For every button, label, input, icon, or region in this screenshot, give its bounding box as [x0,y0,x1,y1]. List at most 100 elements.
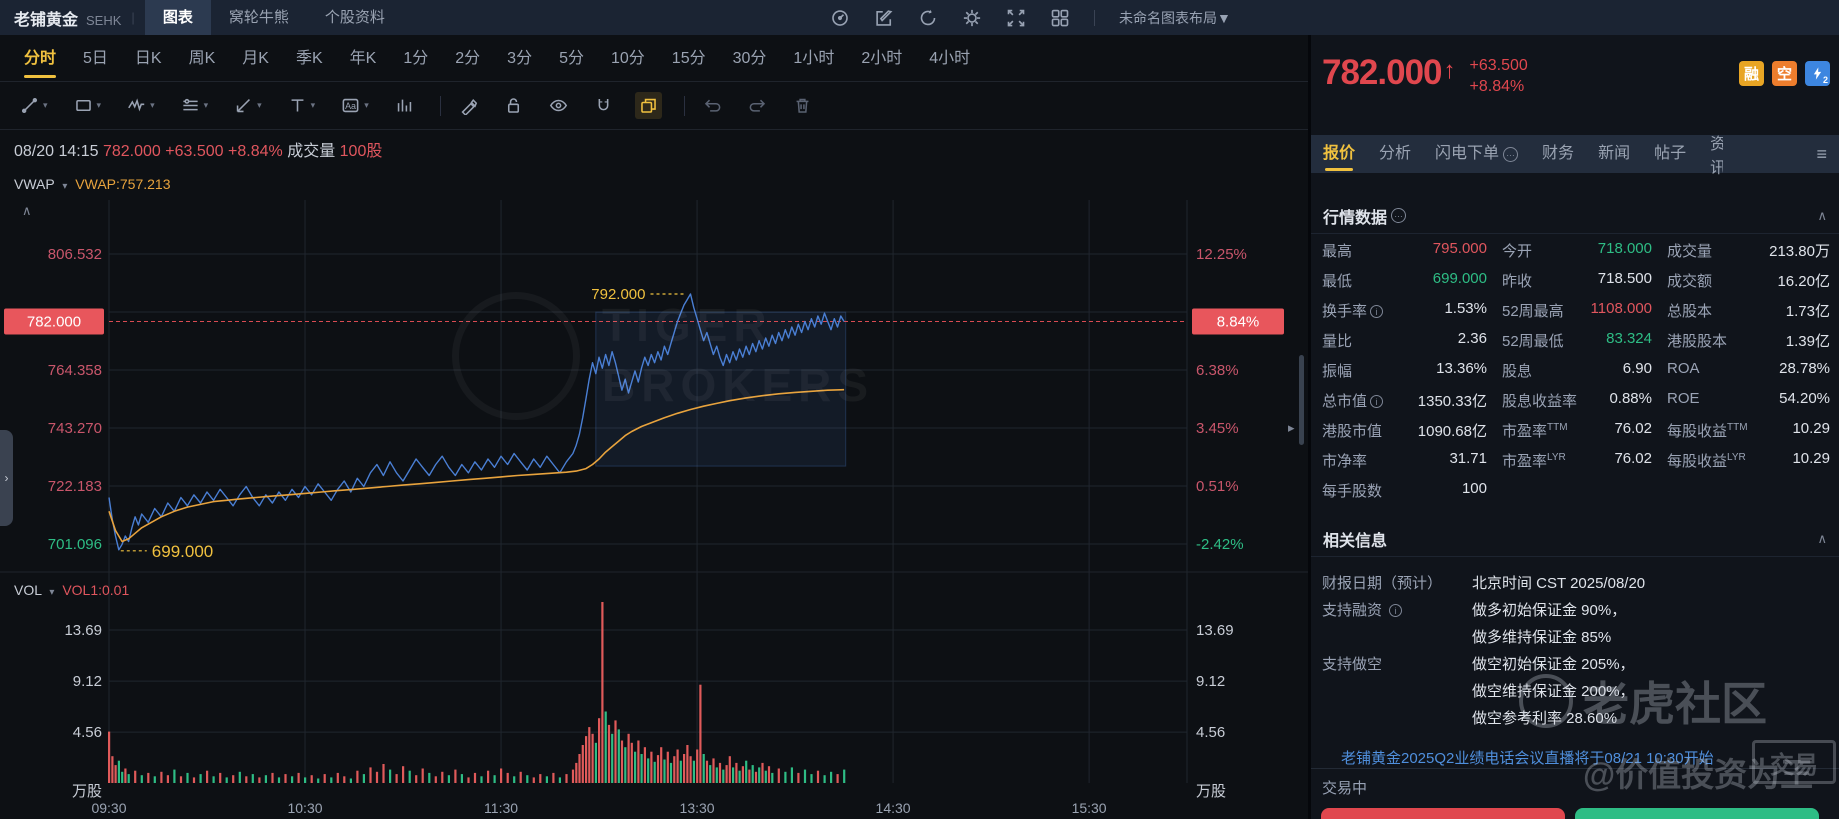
quote-value: 10.29 [1322,450,1830,467]
header-tab-窝轮牛熊[interactable]: 窝轮牛熊 [211,0,307,35]
volume-bar [134,771,136,783]
vol-axis-label: 13.69 [64,622,102,639]
quote-value: 16.20亿 [1322,270,1830,291]
volume-bar [278,777,280,783]
info-icon[interactable]: i [1389,604,1402,617]
crosshair-info-line: 08/20 14:15 782.000 +63.500 +8.84% 成交量 1… [14,137,382,161]
badge-rong: 融 [1739,61,1764,86]
volume-bar [677,750,679,784]
volume-bar [595,743,597,783]
volume-indicator-legend[interactable]: VOL ▾ VOL1:0.01 [14,582,129,598]
volume-bar [693,761,695,783]
quote-panel: 782.000 ↑ +63.500 +8.84% 融空2 报价分析闪电下单…财务… [1311,35,1839,819]
volume-bar [673,756,675,783]
panel-tab-新闻[interactable]: 新闻 [1598,135,1630,173]
left-panel-expand-handle[interactable]: › [0,430,13,526]
volume-bar [513,776,515,783]
app-header: 老铺黄金 SEHK | 图表窝轮牛熊个股资料 未命名图表布局▼ [0,0,1839,35]
panel-collapse-arrow[interactable]: ▸ [1288,420,1295,436]
volume-bar [608,725,610,783]
header-icons: 未命名图表布局▼ [830,0,1231,35]
panel-tab-报价[interactable]: 报价 [1323,135,1355,173]
collapse-icon[interactable]: ∧ [1817,208,1827,224]
gear-icon[interactable] [962,8,982,28]
volume-bar [667,752,669,783]
vwap-selector[interactable]: VWAP [14,176,54,192]
chart-layout-selector[interactable]: 未命名图表布局▼ [1119,8,1231,28]
related-section-title: 相关信息 [1323,527,1387,551]
pane-collapse-icon[interactable]: ∧ [22,203,32,219]
chevron-down-icon[interactable]: ▾ [45,587,58,598]
volume-bar [732,767,734,783]
panel-tab-clipped[interactable]: 资讯 [1710,130,1723,178]
volume-bar [804,770,806,783]
edit-icon[interactable] [874,8,894,28]
grid-layout-icon[interactable] [1050,8,1070,28]
volume-bar [761,763,763,783]
related-value: 做多维持保证金 85% [1472,626,1611,647]
volume-bar [631,743,633,783]
header-tab-个股资料[interactable]: 个股资料 [307,0,403,35]
volume-bar [124,769,126,784]
quote-value: 54.20% [1322,390,1830,407]
pct-axis-label: 12.25% [1196,246,1247,263]
volume-bar [200,774,202,783]
fullscreen-icon[interactable] [1006,8,1026,28]
vwap-indicator-legend[interactable]: VWAP ▾ VWAP:757.213 [14,176,171,192]
quote-row: 最高795.000今开718.000成交量213.80万 [1322,234,1830,264]
volume-bar [690,756,692,783]
quote-section-header: 行情数据 … ∧ [1311,198,1839,234]
panel-tab-帖子[interactable]: 帖子 [1654,135,1686,173]
panel-tab-财务[interactable]: 财务 [1542,135,1574,173]
volume-bar [350,779,352,784]
dots-circle-icon[interactable]: … [1391,208,1406,223]
volume-bar [663,760,665,784]
volume-bar [578,754,580,783]
volume-bar [461,774,463,783]
earnings-call-link[interactable]: 老铺黄金2025Q2业绩电话会议直播将于08/21 10:30开始 [1341,747,1819,768]
panel-menu-icon[interactable]: ≡ [1816,144,1827,165]
buy-button[interactable] [1321,808,1565,819]
collapse-icon[interactable]: ∧ [1817,531,1827,547]
price-chart-canvas[interactable]: 806.532764.358743.270722.183701.09612.25… [0,0,1308,819]
vol-unit-label: 万股 [1196,783,1226,800]
volume-bar [680,761,682,783]
panel-tab-分析[interactable]: 分析 [1379,135,1411,173]
volume-bar [837,774,839,783]
volume-bar [415,775,417,783]
time-axis-label: 10:30 [287,800,322,816]
volume-bar [291,776,293,783]
quote-row: 市净率31.71市盈率LYR76.02每股收益LYR10.29 [1322,444,1830,474]
volume-bar [520,772,522,783]
vol-value: VOL1:0.01 [62,582,129,598]
volume-bar [670,763,672,783]
quote-data-grid: 最高795.000今开718.000成交量213.80万最低699.000昨收7… [1322,234,1830,504]
volume-bar [598,718,600,783]
volume-bar [758,767,760,783]
volume-bar [712,758,714,783]
quote-row: 总市值i1350.33亿股息收益率0.88%ROE54.20% [1322,384,1830,414]
volume-bar [621,741,623,784]
related-value: 做空初始保证金 205%， [1472,653,1635,674]
panel-tab-闪电下单[interactable]: 闪电下单… [1435,135,1518,173]
volume-bar [487,771,489,783]
chevron-down-icon[interactable]: ▾ [58,181,71,192]
svg-text:782.000: 782.000 [27,314,81,331]
badge-kong: 空 [1772,61,1797,86]
selection-box [596,312,846,466]
sell-button[interactable] [1575,808,1819,819]
panel-scrollbar[interactable] [1299,355,1304,445]
gauge-icon[interactable] [830,8,850,28]
volume-bar [614,720,616,783]
pct-axis-label: 3.45% [1196,420,1239,437]
volume-bar [108,732,110,783]
volume-bar [601,602,603,783]
header-tab-图表[interactable]: 图表 [145,0,211,35]
refresh-icon[interactable] [918,8,938,28]
volume-bar [324,774,326,783]
market-status: 交易中 [1322,777,1367,798]
volume-bar [637,741,639,784]
volume-bar [441,772,443,783]
vol-selector[interactable]: VOL [14,582,42,598]
volume-bar [311,775,313,783]
